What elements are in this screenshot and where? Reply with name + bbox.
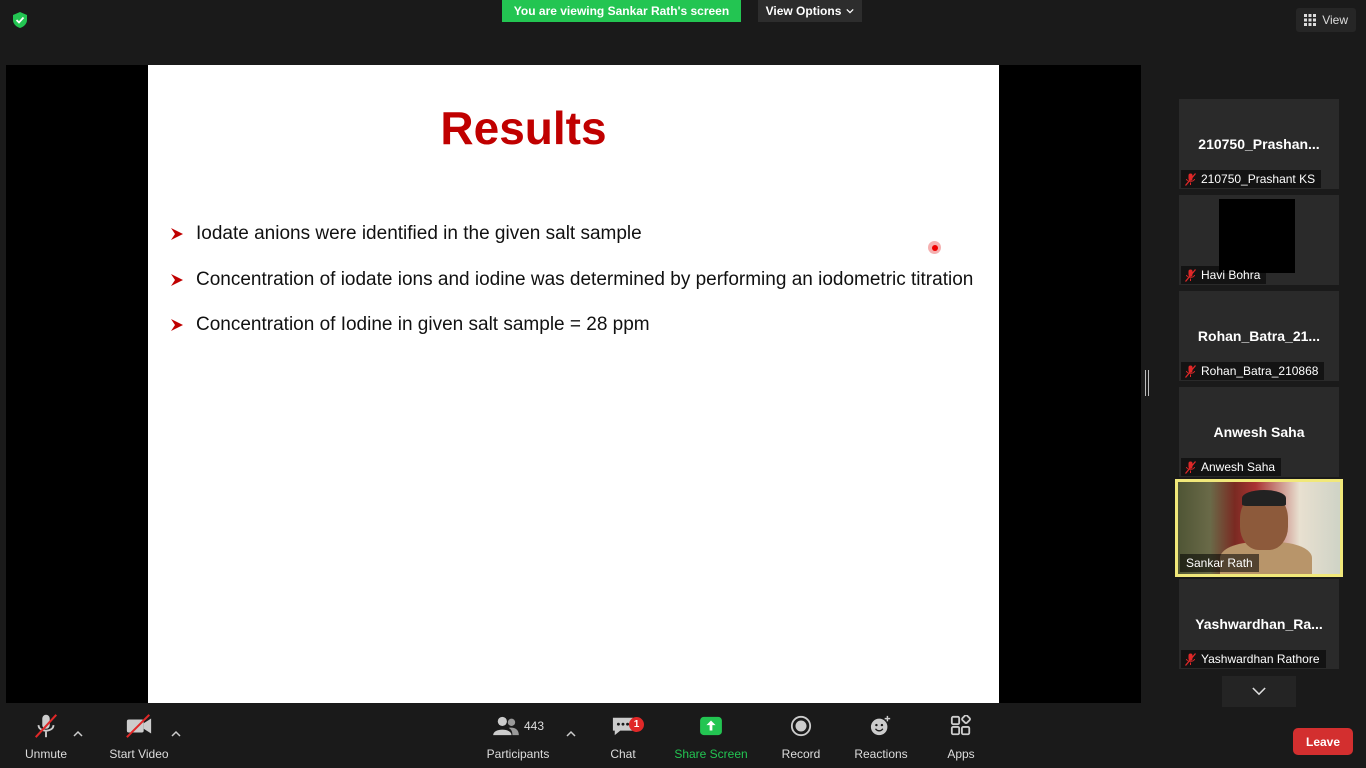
bullet-text: Concentration of iodate ions and iodine … bbox=[196, 269, 974, 290]
participants-icon bbox=[493, 716, 519, 736]
muted-mic-icon bbox=[1185, 172, 1196, 186]
shared-screen[interactable]: Results Iodate anions were identified in… bbox=[6, 65, 1141, 703]
participant-video-off bbox=[1219, 199, 1295, 273]
muted-mic-icon bbox=[1185, 268, 1196, 282]
participant-name: Havi Bohra bbox=[1201, 268, 1261, 282]
participants-label: Participants bbox=[486, 747, 550, 761]
arrow-bullet-icon bbox=[171, 228, 183, 240]
start-video-button[interactable]: Start Video bbox=[107, 710, 171, 761]
grid-icon bbox=[1304, 14, 1317, 26]
laser-pointer-icon bbox=[928, 241, 941, 254]
slide-bullet: Iodate anions were identified in the giv… bbox=[170, 223, 642, 245]
record-button[interactable]: Record bbox=[780, 710, 822, 761]
participant-name: Anwesh Saha bbox=[1201, 460, 1276, 474]
audio-options-caret-icon[interactable] bbox=[73, 730, 83, 738]
apps-button[interactable]: Apps bbox=[944, 710, 978, 761]
apps-icon bbox=[950, 715, 971, 736]
participant-name-tag: 210750_Prashant KS bbox=[1181, 170, 1322, 188]
participant-tile[interactable]: Havi Bohra bbox=[1179, 195, 1339, 285]
participant-video bbox=[1242, 490, 1286, 506]
participant-name-tag: Havi Bohra bbox=[1181, 266, 1267, 284]
participant-name-tag: Rohan_Batra_210868 bbox=[1181, 362, 1325, 380]
share-screen-icon bbox=[700, 716, 722, 736]
panel-resize-handle[interactable] bbox=[1145, 370, 1149, 396]
chat-label: Chat bbox=[610, 747, 636, 761]
gallery-scroll-down-button[interactable] bbox=[1222, 676, 1296, 707]
slide-bullet: Concentration of Iodine in given salt sa… bbox=[170, 314, 650, 336]
chevron-down-icon bbox=[1252, 687, 1266, 696]
muted-mic-icon bbox=[1185, 652, 1196, 666]
start-video-label: Start Video bbox=[109, 747, 169, 761]
view-options-button[interactable]: View Options bbox=[758, 0, 862, 22]
slide-title: Results bbox=[440, 102, 607, 154]
participants-button[interactable]: 443 Participants bbox=[486, 710, 550, 761]
viewing-screen-banner: You are viewing Sankar Rath's screen bbox=[502, 0, 741, 22]
participant-display-name: Rohan_Batra_21... bbox=[1197, 328, 1321, 344]
chat-button[interactable]: 1 Chat bbox=[606, 710, 644, 761]
chevron-down-icon bbox=[846, 8, 855, 14]
participant-display-name: Anwesh Saha bbox=[1213, 424, 1305, 440]
view-label: View bbox=[1322, 13, 1348, 27]
slide-bullet: Concentration of iodate ions and iodine … bbox=[170, 269, 973, 291]
security-shield-icon[interactable] bbox=[11, 11, 29, 29]
participant-tile[interactable]: Rohan_Batra_21... Rohan_Batra_210868 bbox=[1179, 291, 1339, 381]
view-options-label: View Options bbox=[765, 4, 842, 18]
participant-tile[interactable]: 210750_Prashan... 210750_Prashant KS bbox=[1179, 99, 1339, 189]
active-speaker-tile[interactable]: Sankar Rath bbox=[1175, 479, 1343, 577]
bullet-text: Iodate anions were identified in the giv… bbox=[196, 223, 642, 244]
reactions-label: Reactions bbox=[854, 747, 908, 761]
unmute-button[interactable]: Unmute bbox=[22, 710, 70, 761]
video-options-caret-icon[interactable] bbox=[171, 730, 181, 738]
participant-name-tag: Anwesh Saha bbox=[1181, 458, 1282, 476]
reactions-smiley-icon bbox=[870, 715, 891, 736]
participant-display-name: 210750_Prashan... bbox=[1198, 136, 1320, 152]
apps-label: Apps bbox=[947, 747, 975, 761]
record-label: Record bbox=[781, 747, 821, 761]
participants-options-caret-icon[interactable] bbox=[566, 730, 576, 738]
muted-mic-icon bbox=[1185, 364, 1196, 378]
arrow-bullet-icon bbox=[171, 274, 183, 286]
meeting-toolbar: Unmute Start Video 443 Participants 1 Ch… bbox=[0, 710, 1366, 768]
arrow-bullet-icon bbox=[171, 319, 183, 331]
record-icon bbox=[790, 715, 812, 737]
participant-tile[interactable]: Yashwardhan_Ra... Yashwardhan Rathore bbox=[1179, 579, 1339, 669]
participant-name: Rohan_Batra_210868 bbox=[1201, 364, 1319, 378]
video-off-icon bbox=[126, 714, 152, 738]
unmute-label: Unmute bbox=[24, 747, 68, 761]
bullet-text: Concentration of Iodine in given salt sa… bbox=[196, 314, 650, 335]
muted-microphone-icon bbox=[34, 714, 58, 738]
participant-name: Sankar Rath bbox=[1180, 554, 1259, 572]
chat-unread-badge: 1 bbox=[629, 717, 644, 732]
muted-mic-icon bbox=[1185, 460, 1196, 474]
participant-name: 210750_Prashant KS bbox=[1201, 172, 1316, 186]
reactions-button[interactable]: Reactions bbox=[852, 710, 910, 761]
participant-tile[interactable]: Anwesh Saha Anwesh Saha bbox=[1179, 387, 1339, 477]
participant-name: Yashwardhan Rathore bbox=[1201, 652, 1320, 666]
leave-meeting-button[interactable]: Leave bbox=[1293, 728, 1353, 755]
share-screen-label: Share Screen bbox=[674, 747, 748, 761]
participants-count: 443 bbox=[523, 719, 545, 733]
presentation-slide: Results Iodate anions were identified in… bbox=[148, 65, 999, 703]
share-screen-button[interactable]: Share Screen bbox=[674, 710, 748, 761]
view-layout-button[interactable]: View bbox=[1296, 8, 1356, 32]
participant-name-tag: Yashwardhan Rathore bbox=[1181, 650, 1326, 668]
participant-display-name: Yashwardhan_Ra... bbox=[1195, 616, 1323, 632]
